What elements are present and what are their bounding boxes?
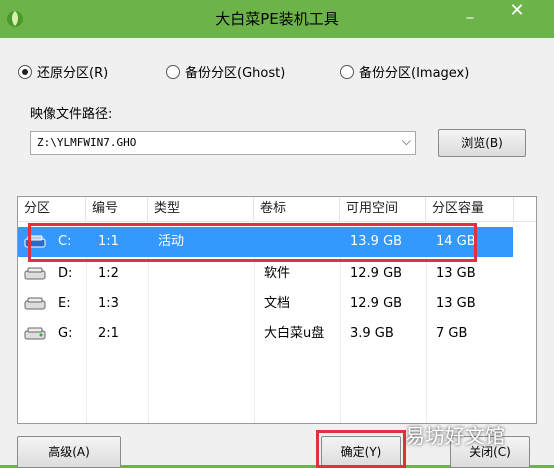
table-row[interactable]: G: 2:1 大白菜u盘 3.9 GB 7 GB	[18, 319, 513, 349]
chevron-down-icon[interactable]: ⌵	[402, 134, 411, 149]
column-header-free-space[interactable]: 可用空间	[340, 197, 426, 221]
radio-checked-icon	[18, 64, 32, 79]
cell-free-space: 12.9 GB	[350, 296, 403, 311]
table-header: 分区 编号 类型 卷标 可用空间 分区容量	[18, 197, 536, 222]
column-header-capacity[interactable]: 分区容量	[426, 197, 514, 221]
image-path-combobox[interactable]: Z:\YLMFWIN7.GHO ⌵	[30, 131, 416, 155]
cell-capacity: 13 GB	[436, 266, 476, 281]
radio-restore-label: 还原分区(R)	[37, 66, 109, 81]
radio-backup-imagex-label: 备份分区(Imagex)	[359, 66, 470, 81]
cell-free-space: 3.9 GB	[350, 326, 394, 341]
cell-volume-label: 文档	[264, 296, 291, 311]
cell-type	[152, 259, 158, 289]
highlight-box-ok-button	[316, 430, 406, 468]
cell-type	[152, 319, 158, 349]
radio-backup-imagex[interactable]: 备份分区(Imagex)	[340, 62, 469, 81]
image-path-value: Z:\YLMFWIN7.GHO	[37, 136, 137, 149]
column-header-type[interactable]: 类型	[148, 197, 254, 221]
radio-unchecked-icon	[166, 64, 180, 79]
column-header-partition[interactable]: 分区	[18, 197, 86, 221]
cell-type	[152, 289, 158, 319]
browse-button[interactable]: 浏览(B)	[438, 129, 526, 157]
cell-volume-label: 大白菜u盘	[264, 326, 325, 341]
table-row[interactable]: E: 1:3 文档 12.9 GB 13 GB	[18, 289, 513, 319]
radio-restore[interactable]: 还原分区(R)	[18, 62, 108, 81]
close-window-button[interactable]: ✕	[500, 0, 534, 24]
radio-backup-ghost[interactable]: 备份分区(Ghost)	[166, 62, 285, 81]
cell-partition: E:	[58, 296, 71, 311]
column-header-volume-label[interactable]: 卷标	[254, 197, 340, 221]
mode-radio-group: 还原分区(R) 备份分区(Ghost) 备份分区(Imagex)	[18, 62, 554, 82]
cell-partition: D:	[58, 266, 73, 281]
cell-capacity: 7 GB	[436, 326, 468, 341]
minimize-button[interactable]: _	[453, 0, 487, 24]
drive-icon	[24, 267, 46, 280]
cell-free-space: 12.9 GB	[350, 266, 403, 281]
app-window: 大白菜PE装机工具 _ ✕ 还原分区(R) 备份分区(Ghost) 备份分区(I…	[0, 0, 554, 468]
image-path-label: 映像文件路径:	[30, 107, 113, 122]
cell-number: 1:2	[98, 266, 119, 281]
usb-drive-icon	[24, 327, 46, 340]
column-header-number[interactable]: 编号	[86, 197, 148, 221]
cell-number: 1:3	[98, 296, 119, 311]
cell-volume-label: 软件	[264, 266, 291, 281]
table-row[interactable]: D: 1:2 软件 12.9 GB 13 GB	[18, 259, 513, 289]
cell-capacity: 13 GB	[436, 296, 476, 311]
cell-number: 2:1	[98, 326, 119, 341]
advanced-button[interactable]: 高级(A)	[17, 436, 121, 468]
title-bar[interactable]: 大白菜PE装机工具 _ ✕	[0, 0, 554, 38]
drive-icon	[24, 297, 46, 310]
radio-unchecked-icon	[340, 64, 354, 79]
highlight-box-selected-row	[28, 223, 477, 262]
cell-partition: G:	[58, 326, 73, 341]
radio-backup-ghost-label: 备份分区(Ghost)	[185, 66, 286, 81]
watermark-text: 易坊好文馆	[405, 424, 505, 448]
